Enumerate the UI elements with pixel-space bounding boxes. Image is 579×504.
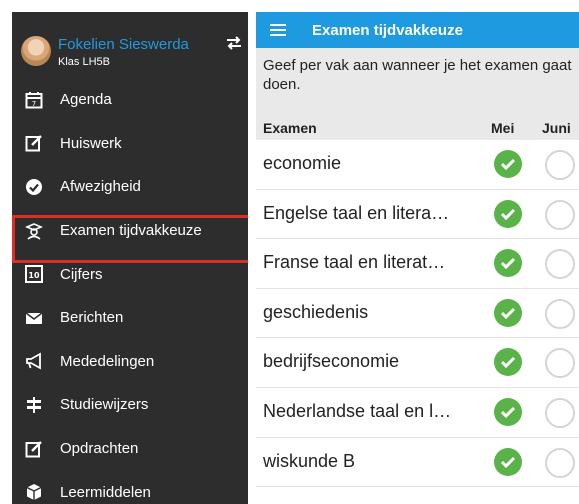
sidebar-item-label: Berichten [60,309,124,327]
mei-radio[interactable] [494,199,522,228]
juni-radio[interactable] [545,249,575,280]
sidebar-item-label: Leermiddelen [60,483,151,501]
check-circle-icon [24,177,44,197]
megaphone-icon [24,351,44,371]
grade-icon: 10 [24,264,44,284]
sidebar-item-label: Agenda [60,91,112,109]
sidebar-item-agenda[interactable]: 7 Agenda [12,78,248,122]
box-icon [24,482,44,502]
main-panel: Examen tijdvakkeuze Geef per vak aan wan… [256,12,579,504]
check-icon [500,357,516,369]
juni-radio[interactable] [545,298,575,329]
check-icon [500,208,516,220]
sidebar-item-huiswerk[interactable]: Huiswerk [12,122,248,166]
check-icon [500,307,516,319]
juni-radio[interactable] [545,397,575,428]
exam-subject: wiskunde B [263,450,356,471]
exam-subject: Franse taal en literat… [263,252,446,273]
sidebar: Fokelien Sieswerda Klas LH5B 7 Agenda Hu… [12,12,248,504]
table-row: economie [256,140,579,190]
table-row: wiskunde B [256,438,579,488]
sidebar-item-mededelingen[interactable]: Mededelingen [12,340,248,384]
juni-radio[interactable] [545,150,575,180]
edit-icon [24,439,44,459]
sidebar-item-label: Cijfers [60,265,103,283]
exam-subject: Engelse taal en litera… [263,202,450,223]
check-icon [500,456,516,468]
column-header-subject: Examen [263,120,317,136]
mei-radio[interactable] [494,348,522,377]
exam-subject: bedrijfseconomie [263,351,400,372]
column-header-mei: Mei [491,120,515,136]
avatar [21,36,51,66]
table-row: Nederlandse taal en l… [256,388,579,438]
table-row: Engelse taal en litera… [256,190,579,240]
user-name: Fokelien Sieswerda [58,36,189,53]
exam-list: economie Engelse taal en litera… Franse ta… [256,140,579,488]
sidebar-item-studiewijzers[interactable]: Studiewijzers [12,383,248,427]
check-icon [500,258,516,270]
page-title: Examen tijdvakkeuze [312,21,463,39]
check-icon [500,158,516,171]
table-row: geschiedenis [256,289,579,339]
exam-subject: geschiedenis [263,301,369,322]
sidebar-item-label: Afwezigheid [60,178,141,196]
sidebar-item-label: Huiswerk [60,134,122,152]
mei-radio[interactable] [494,447,522,476]
check-icon [500,406,516,419]
mei-radio[interactable] [494,397,522,426]
juni-radio[interactable] [545,447,575,478]
sidebar-item-opdrachten[interactable]: Opdrachten [12,427,248,471]
juni-radio[interactable] [545,348,575,379]
menu-icon[interactable] [270,23,286,37]
exam-subject: Nederlandse taal en l… [263,400,452,421]
svg-text:10: 10 [28,271,40,280]
table-row: Franse taal en literat… [256,239,579,289]
highlight-box [12,215,248,263]
sidebar-item-label: Mededelingen [60,352,155,370]
mei-radio[interactable] [494,249,522,278]
mail-icon [24,308,44,328]
app-bar: Examen tijdvakkeuze [256,12,579,48]
intro-text: Geef per vak aan wanneer je het examen g… [263,57,572,93]
profile-header[interactable]: Fokelien Sieswerda Klas LH5B [12,12,248,78]
edit-icon [24,133,44,153]
calendar-icon: 7 [24,90,44,110]
sidebar-item-berichten[interactable]: Berichten [12,296,248,340]
mei-radio[interactable] [494,298,522,327]
svg-text:7: 7 [32,100,36,108]
sidebar-item-label: Studiewijzers [60,396,149,414]
table-row: bedrijfseconomie [256,338,579,388]
sidebar-item-label: Opdrachten [60,440,139,458]
switch-account-icon[interactable] [226,36,242,50]
sidebar-item-leermiddelen[interactable]: Leermiddelen [12,470,248,504]
signpost-icon [24,395,44,415]
sidebar-item-afwezigheid[interactable]: Afwezigheid [12,165,248,209]
exam-subject: economie [263,153,342,173]
user-class: Klas LH5B [58,56,110,68]
mei-radio[interactable] [494,150,522,178]
juni-radio[interactable] [545,199,575,230]
intro-section: Geef per vak aan wanneer je het examen g… [256,48,579,140]
column-header-juni: Juni [542,120,571,136]
